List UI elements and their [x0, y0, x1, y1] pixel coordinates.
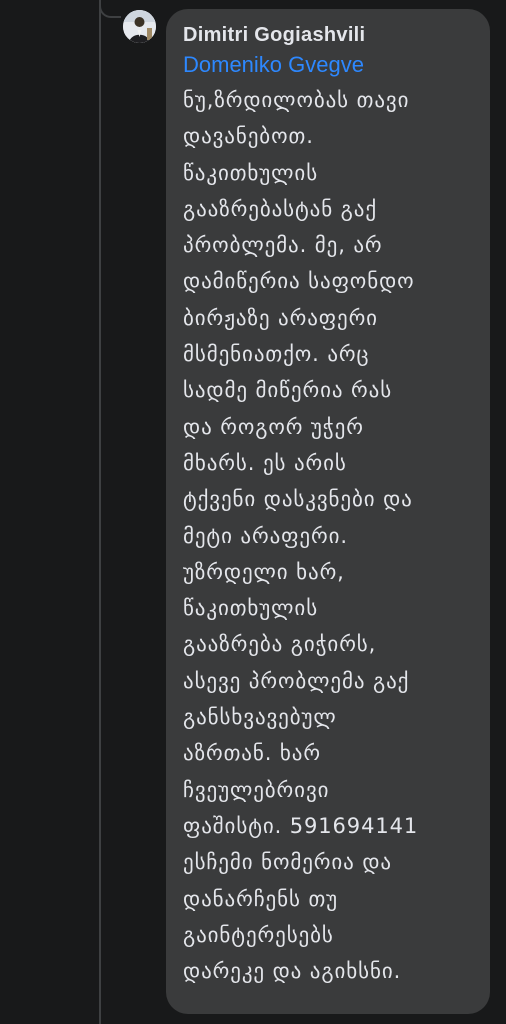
- comment-text-line: დავანებოთ.: [183, 124, 314, 149]
- comment-text-line: სადმე მიწერია რას: [183, 378, 393, 403]
- comment-text-line: ბირჟაზე არაფერი: [183, 305, 378, 330]
- comment-text: ნუ,ზრდილობას თავი დავანებოთ. წაკითხულის …: [183, 82, 472, 989]
- comment-text-line: ასევე პრობლემა გაქ: [183, 668, 410, 693]
- comment-text-line: დამიწერია საფონდო: [183, 269, 415, 294]
- comment-text-line: მხარს. ეს არის: [183, 450, 347, 475]
- comment-text-line: პრობლემა. მე, არ: [183, 233, 383, 258]
- mentioned-user-link[interactable]: Domeniko Gvegve: [183, 50, 472, 80]
- comment-text-line: და როგორ უჭერ: [183, 414, 364, 439]
- comment-text-line: ფაშისტი. 591694141: [183, 813, 419, 838]
- comment-author-name[interactable]: Dimitri Gogiashvili: [183, 22, 472, 48]
- comment-text-line: ესჩემი ნომერია და: [183, 850, 392, 875]
- comment-text-line: დანარჩენს თუ: [183, 886, 339, 911]
- thread-connector-line: [99, 0, 101, 1024]
- comment-text-line: მსმენიათქო. არც: [183, 342, 370, 367]
- comment-text-line: წაკითხულის: [183, 596, 319, 621]
- comment-text-line: გააზრება გიჭირს,: [183, 632, 377, 657]
- reply-branch-line: [99, 0, 121, 18]
- comment-text-line: ნუ,ზრდილობას თავი: [183, 88, 410, 112]
- comment-text-line: აზრთან. ხარ: [183, 741, 321, 766]
- comment-text-line: მეტი არაფერი.: [183, 523, 348, 548]
- comment-text-line: გაინტერესებს: [183, 922, 334, 947]
- comment-text-line: უზრდელი ხარ,: [183, 559, 345, 584]
- comment-text-line: დარეკე და აგიხსნი.: [183, 959, 402, 984]
- comment-text-line: წაკითხულის: [183, 160, 319, 185]
- profile-photo-icon: [123, 10, 156, 43]
- comment-text-line: ტქვენი დასკვნები და: [183, 487, 413, 512]
- comment-text-line: ჩვეულებრივი: [183, 777, 330, 802]
- comment-text-line: გააზრებასტან გაქ: [183, 196, 378, 221]
- avatar[interactable]: [123, 10, 156, 43]
- comment-text-line: განსხვავებულ: [183, 705, 337, 730]
- comment-bubble: Dimitri Gogiashvili Domeniko Gvegve ნუ,ზ…: [166, 9, 490, 1014]
